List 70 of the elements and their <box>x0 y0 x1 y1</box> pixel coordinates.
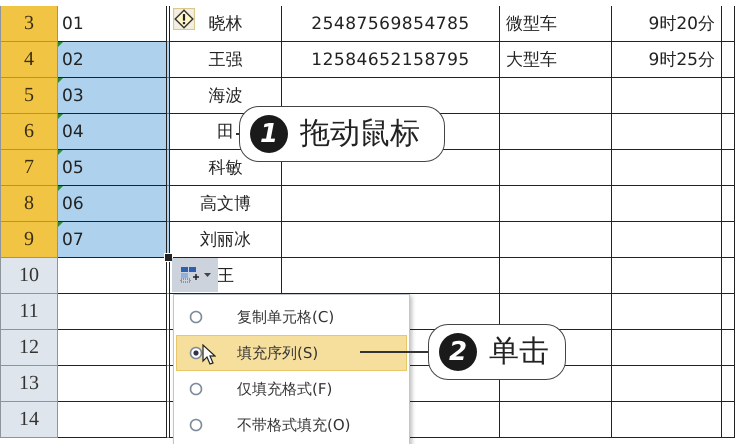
fill-handle[interactable] <box>164 253 173 262</box>
row-header[interactable]: 6 <box>0 114 58 150</box>
callout-text: 单击 <box>489 337 549 367</box>
table-cell: 大型车 <box>500 42 612 78</box>
row-header[interactable]: 11 <box>0 294 58 330</box>
step-number: 2 <box>439 333 477 371</box>
row-header[interactable]: 10 <box>0 258 58 294</box>
row-header[interactable]: 5 <box>0 78 58 114</box>
table-cell: 12584652158795 <box>282 42 500 78</box>
cell-text: 田 <box>217 121 234 143</box>
row-header[interactable]: 14 <box>0 402 58 438</box>
table-cell <box>722 186 735 222</box>
row-header[interactable]: 4 <box>0 42 58 78</box>
table-cell: 25487569854785 <box>282 6 500 42</box>
radio-button[interactable] <box>189 382 203 396</box>
cell-text: 06 <box>62 194 84 214</box>
cell-text: 晓林 <box>208 13 242 35</box>
table-cell <box>722 366 735 402</box>
cell-text: 04 <box>62 122 84 142</box>
row-header[interactable]: 8 <box>0 186 58 222</box>
cell-text: 高文博 <box>200 193 251 215</box>
autofill-icon <box>180 266 200 284</box>
radio-button[interactable] <box>189 346 203 360</box>
cell-text: 王 <box>217 265 234 287</box>
cell-text: 王强 <box>208 49 242 71</box>
table-cell <box>722 258 735 294</box>
cell-text: 02 <box>62 50 84 70</box>
table-cell <box>722 330 735 366</box>
table-cell <box>722 42 735 78</box>
menu-item[interactable]: 填充序列(S) <box>176 335 407 371</box>
table-cell <box>722 78 735 114</box>
table-cell <box>722 294 735 330</box>
autofill-options-button[interactable] <box>172 258 218 292</box>
cell-text: 01 <box>62 14 84 34</box>
mouse-cursor-icon <box>202 344 216 366</box>
table-cell <box>722 150 735 186</box>
table-cell <box>722 114 735 150</box>
error-flag-icon <box>58 42 63 47</box>
error-flag-icon <box>58 114 63 119</box>
error-flag-icon <box>58 78 63 83</box>
table-cell <box>722 6 735 42</box>
radio-button[interactable] <box>189 418 203 432</box>
cell-text: 07 <box>62 230 84 250</box>
menu-item[interactable]: 不带格式填充(O) <box>176 407 407 443</box>
warning-icon[interactable] <box>173 8 195 30</box>
menu-item[interactable]: 复制单元格(C) <box>176 299 407 335</box>
error-flag-icon <box>58 222 63 227</box>
cell-text: 05 <box>62 158 84 178</box>
table-cell: 9时20分 <box>612 6 722 42</box>
row-header[interactable]: 7 <box>0 150 58 186</box>
table-cell: 微型车 <box>500 6 612 42</box>
row-header[interactable]: 9 <box>0 222 58 258</box>
menu-item[interactable]: 仅填充格式(F) <box>176 371 407 407</box>
row-header[interactable]: 12 <box>0 330 58 366</box>
table-cell <box>722 222 735 258</box>
cell-text: 海波 <box>208 85 242 107</box>
callout-text: 拖动鼠标 <box>300 119 420 149</box>
row-header[interactable]: 13 <box>0 366 58 402</box>
error-flag-icon <box>58 186 63 191</box>
cell-text: 刘丽冰 <box>200 229 251 251</box>
table-cell <box>722 402 735 438</box>
step-number: 1 <box>250 115 288 153</box>
row-header[interactable]: 3 <box>0 6 58 42</box>
cell-text: 科敏 <box>208 157 242 179</box>
caret-icon <box>204 272 210 278</box>
radio-button[interactable] <box>189 310 203 324</box>
table-cell: 9时25分 <box>612 42 722 78</box>
cell-text: 03 <box>62 86 84 106</box>
error-flag-icon <box>58 150 63 155</box>
leader-line <box>360 351 428 353</box>
